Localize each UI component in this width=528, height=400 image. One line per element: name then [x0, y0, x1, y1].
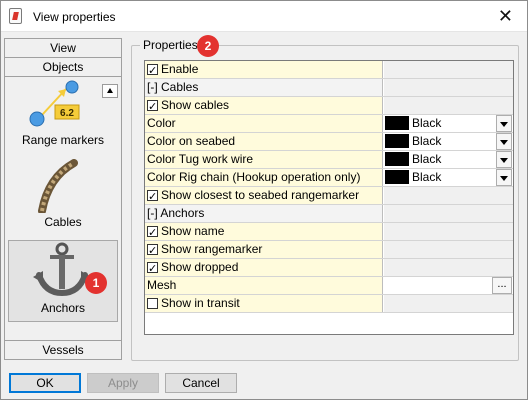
tab-view[interactable]: View	[5, 39, 121, 58]
mesh-field[interactable]: ...	[384, 277, 513, 294]
property-value-cell	[384, 295, 513, 312]
nav-item-cables[interactable]: Cables	[8, 159, 118, 231]
nav-item-label: Anchors	[40, 301, 86, 315]
property-value-cell	[384, 259, 513, 276]
property-label-cell: Enable	[145, 61, 383, 78]
section-row-anchors[interactable]: [-] Anchors	[145, 205, 513, 223]
property-label: Enable	[161, 62, 199, 76]
close-icon[interactable]: ✕	[498, 6, 513, 26]
object-navigator: View Objects 6.2 Range markers Cables An…	[4, 38, 122, 360]
nav-item-label: Range markers	[21, 133, 105, 147]
property-label: Show in transit	[161, 296, 240, 310]
color-swatch	[385, 116, 409, 130]
property-value-cell	[384, 223, 513, 240]
property-row-color-tug-work-wire: Color Tug work wire Black	[145, 151, 513, 169]
ok-button[interactable]: OK	[9, 373, 81, 393]
property-label: Show rangemarker	[161, 242, 263, 256]
section-label: [-] Cables	[145, 79, 383, 96]
view-properties-dialog: View properties ✕ View Objects 6.2 Range…	[0, 0, 528, 400]
chevron-down-icon[interactable]	[496, 169, 512, 186]
color-value: Black	[412, 170, 442, 184]
show-in-transit-checkbox[interactable]	[147, 298, 158, 309]
chevron-down-icon[interactable]	[496, 133, 512, 150]
window-title: View properties	[33, 10, 116, 24]
property-label-cell: Show dropped	[145, 259, 383, 276]
property-label: Color on seabed	[145, 133, 383, 150]
property-label: Show cables	[161, 98, 230, 112]
property-row-show-closest-rangemarker: Show closest to seabed rangemarker	[145, 187, 513, 205]
tab-objects[interactable]: Objects	[5, 58, 121, 77]
property-value-cell	[384, 241, 513, 258]
property-row-show-rangemarker: Show rangemarker	[145, 241, 513, 259]
color-rig-chain-dropdown[interactable]: Black	[384, 169, 513, 186]
property-label: Color	[145, 115, 383, 132]
property-label-cell: Show rangemarker	[145, 241, 383, 258]
tab-vessels[interactable]: Vessels	[5, 340, 121, 359]
property-row-show-name: Show name	[145, 223, 513, 241]
chevron-down-icon[interactable]	[496, 115, 512, 132]
title-bar: View properties ✕	[1, 1, 527, 32]
property-value-cell	[384, 79, 513, 96]
document-edit-icon	[9, 8, 22, 24]
section-row-cables[interactable]: [-] Cables	[145, 79, 513, 97]
property-row-color: Color Black	[145, 115, 513, 133]
nav-item-range-markers[interactable]: 6.2 Range markers	[8, 79, 118, 151]
property-label: Show name	[161, 224, 225, 238]
property-label-cell: Show closest to seabed rangemarker	[145, 187, 383, 204]
property-label-cell: Show cables	[145, 97, 383, 114]
property-grid: Enable [-] Cables Show cables Color Blac…	[144, 60, 514, 335]
property-row-mesh: Mesh ...	[145, 277, 513, 295]
property-label-cell: Show in transit	[145, 295, 383, 312]
color-on-seabed-dropdown[interactable]: Black	[384, 133, 513, 150]
color-value: Black	[412, 116, 442, 130]
color-swatch	[385, 152, 409, 166]
property-row-show-in-transit: Show in transit	[145, 295, 513, 313]
property-label: Show dropped	[161, 260, 239, 274]
property-label-cell: Show name	[145, 223, 383, 240]
show-closest-rangemarker-checkbox[interactable]	[147, 188, 158, 204]
property-row-color-rig-chain: Color Rig chain (Hookup operation only) …	[145, 169, 513, 187]
browse-mesh-button[interactable]: ...	[492, 277, 512, 294]
property-value-cell	[384, 187, 513, 204]
section-label: [-] Anchors	[145, 205, 383, 222]
property-label: Show closest to seabed rangemarker	[161, 188, 360, 202]
property-value-cell	[384, 61, 513, 78]
color-dropdown[interactable]: Black	[384, 115, 513, 132]
color-value: Black	[412, 152, 442, 166]
property-row-show-dropped: Show dropped	[145, 259, 513, 277]
show-name-checkbox[interactable]	[147, 224, 158, 240]
range-marker-icon: 6.2	[29, 80, 80, 127]
properties-group-label: Properties	[140, 38, 201, 52]
property-label: Color Tug work wire	[145, 151, 383, 168]
nav-item-label: Cables	[44, 215, 82, 229]
property-value-cell	[384, 205, 513, 222]
property-row-show-cables: Show cables	[145, 97, 513, 115]
cancel-button[interactable]: Cancel	[165, 373, 237, 393]
property-label: Color Rig chain (Hookup operation only)	[145, 169, 383, 186]
chevron-down-icon[interactable]	[496, 151, 512, 168]
show-cables-checkbox[interactable]	[147, 98, 158, 114]
apply-button[interactable]: Apply	[87, 373, 159, 393]
property-row-enable: Enable	[145, 61, 513, 79]
color-swatch	[385, 170, 409, 184]
marker-value-label: 6.2	[60, 108, 74, 119]
rope-icon	[38, 159, 78, 215]
property-value-cell	[384, 97, 513, 114]
enable-checkbox[interactable]	[147, 62, 158, 78]
color-value: Black	[412, 134, 442, 148]
property-row-color-on-seabed: Color on seabed Black	[145, 133, 513, 151]
show-rangemarker-checkbox[interactable]	[147, 242, 158, 258]
show-dropped-checkbox[interactable]	[147, 260, 158, 276]
color-swatch	[385, 134, 409, 148]
callout-badge-1: 1	[85, 272, 107, 294]
color-tug-work-wire-dropdown[interactable]: Black	[384, 151, 513, 168]
property-label: Mesh	[145, 277, 383, 294]
callout-badge-2: 2	[197, 35, 219, 57]
